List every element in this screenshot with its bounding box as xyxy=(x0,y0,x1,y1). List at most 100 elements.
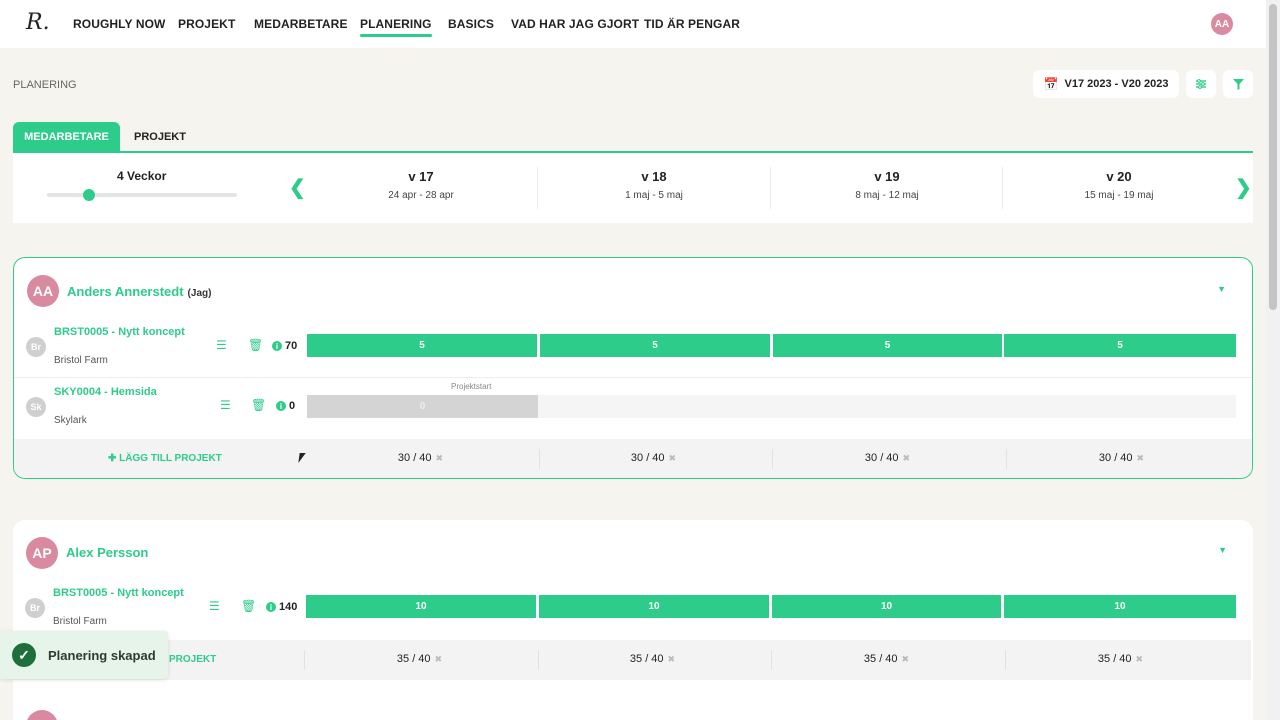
project-code[interactable]: BRST0005 - Nytt koncept xyxy=(53,587,193,600)
trash-icon[interactable]: 🗑 xyxy=(251,398,266,412)
next-week-arrow-icon[interactable]: ❯ xyxy=(1235,175,1252,200)
nav-item-medarbetare[interactable]: MEDARBETARE xyxy=(254,17,348,31)
pin-icon[interactable]: ✖ xyxy=(436,453,444,463)
pin-icon[interactable]: ✖ xyxy=(903,453,911,463)
week-allocation-bar[interactable]: 10 xyxy=(539,595,769,618)
week-allocation-bar[interactable]: 10 xyxy=(772,595,1001,618)
week-header: 4 Veckor ❮ v 17 24 apr - 28 apr v 18 1 m… xyxy=(13,153,1253,223)
zoom-slider[interactable] xyxy=(47,193,237,197)
week-capacity: 30 / 40 ✖ xyxy=(304,452,537,464)
week-range: 8 maj - 12 maj xyxy=(855,190,919,201)
capacity-value: 35 / 40 xyxy=(396,653,431,665)
add-project-label: PROJEKT xyxy=(169,654,217,665)
person-name[interactable]: Alex Persson xyxy=(66,545,148,560)
add-project-button[interactable]: ✚ LÄGG TILL PROJEKT xyxy=(108,453,222,464)
date-range-label: V17 2023 - V20 2023 xyxy=(1064,78,1169,90)
hours-value: 70 xyxy=(285,340,298,352)
capacity-value: 30 / 40 xyxy=(1098,452,1133,464)
week-number: v 20 xyxy=(1106,169,1132,184)
week-allocation-bar[interactable]: 5 xyxy=(773,334,1002,357)
capacity-footer: ✚ LÄGG TILL PROJEKT 30 / 40 ✖ 30 / 40 ✖ 30… xyxy=(14,439,1252,478)
week-capacity: 30 / 40 ✖ xyxy=(537,452,770,464)
pin-icon[interactable]: ✖ xyxy=(668,654,676,664)
project-code[interactable]: BRST0005 - Nytt koncept xyxy=(54,326,194,339)
person-name-text: Alex Persson xyxy=(66,545,149,560)
collapse-caret-icon[interactable]: ▼ xyxy=(1218,545,1227,555)
week-column: v 19 8 maj - 12 maj xyxy=(771,169,1003,209)
zoom-label: 4 Veckor xyxy=(117,169,167,183)
capacity-value: 30 / 40 xyxy=(397,452,432,464)
info-icon[interactable]: i xyxy=(276,401,286,411)
week-capacity: 35 / 40 ✖ xyxy=(770,653,1003,665)
week-column: v 17 24 apr - 28 apr xyxy=(305,169,537,209)
pin-icon[interactable]: ✖ xyxy=(1137,453,1145,463)
week-allocation-bar[interactable]: 0 xyxy=(307,395,538,418)
week-number: v 18 xyxy=(641,169,667,184)
page-scrollbar[interactable] xyxy=(1266,0,1280,720)
week-capacity: 35 / 40 ✖ xyxy=(1004,653,1237,665)
week-allocation-bar[interactable]: 10 xyxy=(1004,595,1236,618)
pin-icon[interactable]: ✖ xyxy=(902,654,910,664)
project-client: Skylark xyxy=(54,415,87,426)
week-allocation-bar[interactable]: 5 xyxy=(540,334,770,357)
capacity-value: 30 / 40 xyxy=(630,452,665,464)
project-avatar: Br xyxy=(26,337,46,357)
success-toast: ✓ Planering skapad xyxy=(0,631,168,679)
hours-value: 140 xyxy=(279,601,298,613)
week-capacity: 35 / 40 ✖ xyxy=(303,653,536,665)
user-avatar[interactable]: AA xyxy=(1211,13,1233,35)
add-project-button[interactable]: PROJEKT xyxy=(169,654,216,665)
week-allocation-bar[interactable]: 10 xyxy=(306,595,536,618)
project-code[interactable]: SKY0004 - Hemsida xyxy=(54,386,194,399)
person-name[interactable]: Anders Annerstedt (Jag) xyxy=(67,284,211,299)
trash-icon[interactable]: 🗑 xyxy=(241,599,256,613)
week-range: 15 maj - 19 maj xyxy=(1084,190,1154,201)
nav-item-planering[interactable]: PLANERING xyxy=(360,17,432,37)
project-row: Br BRST0005 - Nytt koncept Bristol Farm … xyxy=(14,318,1252,378)
capacity-value: 35 / 40 xyxy=(863,653,898,665)
hours-value: 0 xyxy=(289,400,296,412)
info-icon[interactable]: i xyxy=(266,602,276,612)
empty-allocation-track[interactable] xyxy=(537,395,1236,418)
week-allocation-bar[interactable]: 5 xyxy=(307,334,537,357)
collapse-caret-icon[interactable]: ▼ xyxy=(1217,284,1226,294)
nav-item-tid-ar-pengar[interactable]: TID ÄR PENGAR xyxy=(644,17,740,31)
calendar-icon: 📅 xyxy=(1043,77,1059,91)
prev-week-arrow-icon[interactable]: ❮ xyxy=(289,175,306,200)
capacity-value: 30 / 40 xyxy=(864,452,899,464)
logo[interactable]: R. xyxy=(26,10,50,35)
person-avatar: AA xyxy=(27,275,59,307)
week-allocation-bar[interactable]: 5 xyxy=(1004,334,1236,357)
capacity-footer: PROJEKT 35 / 40 ✖ 35 / 40 ✖ 35 / 40 ✖ 35 / … xyxy=(13,640,1251,680)
filter-button[interactable] xyxy=(1223,70,1253,98)
capacity-value: 35 / 40 xyxy=(1097,653,1132,665)
date-range-picker[interactable]: 📅 V17 2023 - V20 2023 xyxy=(1033,70,1179,98)
project-hours: i0 xyxy=(276,400,295,412)
tab-medarbetare[interactable]: MEDARBETARE xyxy=(13,122,120,152)
nav-item-roughly-now[interactable]: ROUGHLY NOW xyxy=(73,17,165,31)
week-range: 1 maj - 5 maj xyxy=(625,190,683,201)
toast-message: Planering skapad xyxy=(48,647,156,663)
list-icon[interactable]: ☰ xyxy=(216,338,227,352)
week-capacity: 30 / 40 ✖ xyxy=(1005,452,1238,464)
trash-icon[interactable]: 🗑 xyxy=(248,338,263,352)
list-icon[interactable]: ☰ xyxy=(209,599,220,613)
settings-sliders-button[interactable] xyxy=(1186,70,1216,98)
person-avatar: AP xyxy=(26,537,58,569)
scrollbar-thumb[interactable] xyxy=(1269,4,1277,310)
zoom-slider-handle[interactable] xyxy=(83,189,95,201)
add-project-label: LÄGG TILL PROJEKT xyxy=(119,453,222,464)
pin-icon[interactable]: ✖ xyxy=(435,654,443,664)
person-name-text: Anders Annerstedt xyxy=(67,284,184,299)
week-capacity: 35 / 40 ✖ xyxy=(536,653,769,665)
nav-item-vad-har-jag-gjort[interactable]: VAD HAR JAG GJORT xyxy=(511,17,639,31)
info-icon[interactable]: i xyxy=(272,341,282,351)
nav-item-projekt[interactable]: PROJEKT xyxy=(178,17,235,31)
nav-item-basics[interactable]: BASICS xyxy=(448,17,494,31)
pin-icon[interactable]: ✖ xyxy=(1136,654,1144,664)
list-icon[interactable]: ☰ xyxy=(220,398,231,412)
week-column: v 20 15 maj - 19 maj xyxy=(1003,169,1235,209)
project-avatar: Br xyxy=(25,598,45,618)
tab-projekt[interactable]: PROJEKT xyxy=(124,122,196,152)
pin-icon[interactable]: ✖ xyxy=(669,453,677,463)
